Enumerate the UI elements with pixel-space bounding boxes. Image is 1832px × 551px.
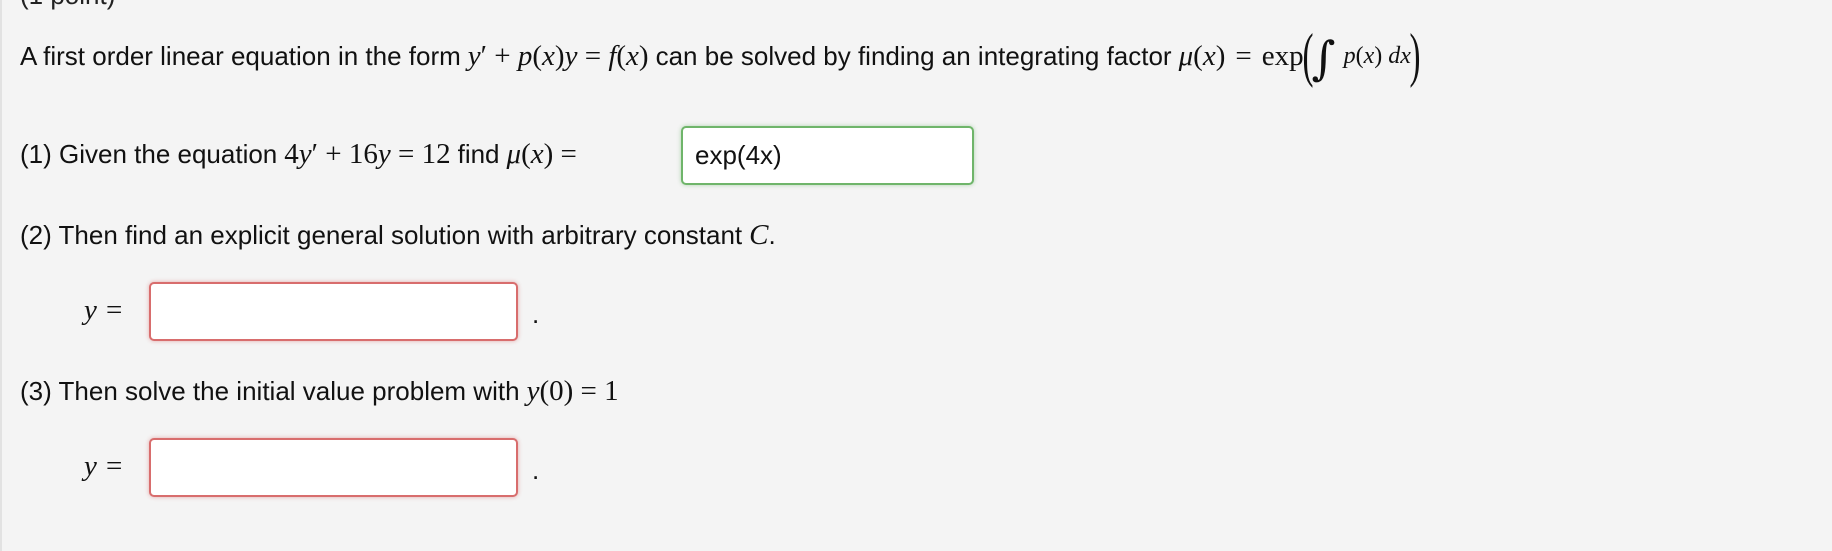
points-label: (1 point) [20, 0, 115, 8]
intro-equation: y′ + p(x)y = f(x) [467, 39, 649, 72]
q2-answer-input[interactable] [149, 282, 518, 341]
integrating-factor-formula: μ(x) = exp ( ∫ p(x) dx ) [1178, 22, 1421, 88]
q1-prompt: (1) Given the equation 4y′ + 16y = 12 fi… [20, 132, 577, 176]
q1-equation: 4y′ + 16y = 12 [284, 137, 451, 170]
q2-label: (2) Then find an explicit general soluti… [20, 219, 743, 250]
intro-line: A first order linear equation in the for… [20, 22, 1421, 88]
intro-text-2: can be solved by finding an integrating … [655, 40, 1172, 71]
q3-initial-condition: y(0) = 1 [526, 374, 619, 407]
q2-y-label: y = [84, 294, 124, 326]
q3-trailing-period: . [532, 455, 540, 485]
q1-answer-value: exp(4x) [695, 140, 782, 170]
q1-mu: μ(x) = [506, 137, 577, 170]
q1-find-word: find [457, 138, 500, 169]
left-border [0, 0, 2, 551]
q2-period: . [768, 219, 776, 250]
q1-label: (1) Given the equation [20, 138, 278, 169]
q2-trailing-period: . [532, 299, 540, 329]
q3-y-label: y = [84, 450, 124, 482]
q2-prompt: (2) Then find an explicit general soluti… [20, 213, 776, 257]
q1-answer-input[interactable]: exp(4x) [681, 126, 974, 185]
intro-text-1: A first order linear equation in the for… [20, 40, 461, 71]
q2-constant: C [749, 218, 769, 251]
q3-answer-input[interactable] [149, 438, 518, 497]
q3-prompt: (3) Then solve the initial value problem… [20, 369, 619, 413]
q3-label: (3) Then solve the initial value problem… [20, 375, 520, 406]
